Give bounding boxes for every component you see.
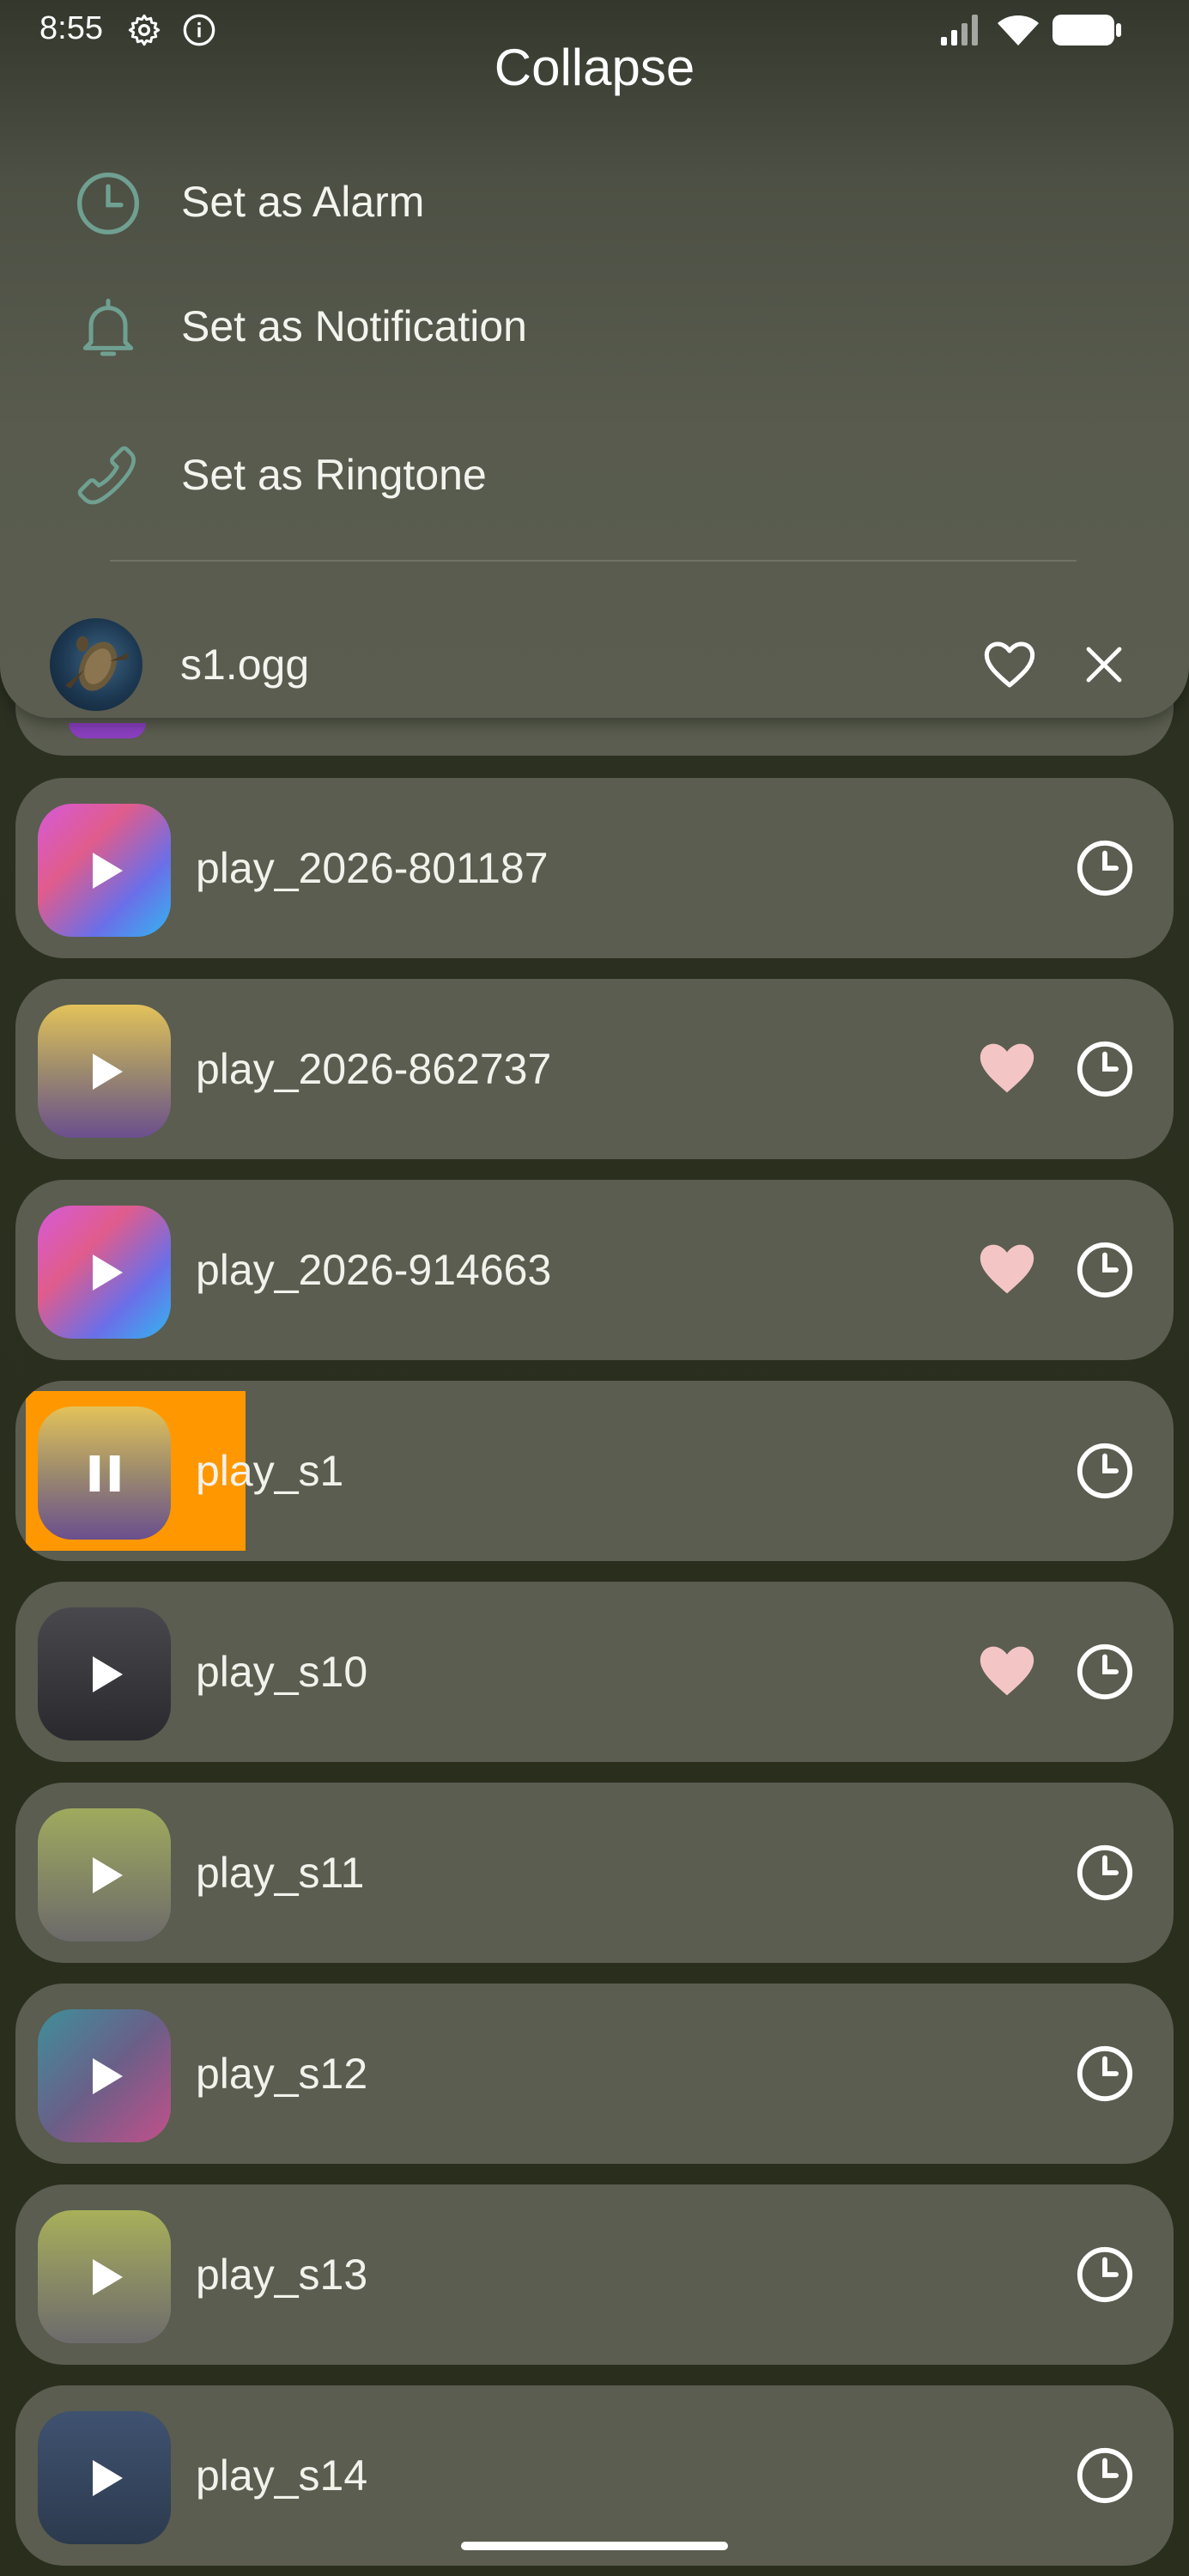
track-row[interactable]: play_2026-862737: [15, 979, 1174, 1159]
favorite-outline-heart-icon[interactable]: [982, 639, 1037, 690]
play-button[interactable]: [38, 2009, 171, 2142]
track-row[interactable]: play_2026-801187: [15, 778, 1174, 958]
track-row[interactable]: play_s1: [15, 1381, 1174, 1561]
set-alarm-clock-icon[interactable]: [1075, 1039, 1135, 1099]
turtle-artwork-image: [65, 636, 129, 691]
bell-icon: [82, 298, 134, 356]
track-row[interactable]: play_2026-914663: [15, 1180, 1174, 1360]
divider: [110, 560, 1077, 562]
play-icon: [92, 1254, 123, 1291]
close-icon[interactable]: [1083, 644, 1125, 685]
track-title: play_s11: [196, 1849, 365, 1897]
set-alarm-clock-icon[interactable]: [1075, 1240, 1135, 1300]
set-alarm-clock-icon[interactable]: [1075, 2445, 1135, 2506]
track-row[interactable]: play_s10: [15, 1582, 1174, 1762]
play-icon: [92, 2057, 123, 2094]
play-icon: [92, 852, 123, 889]
set-alarm-clock-icon[interactable]: [1075, 2044, 1135, 2104]
pause-icon: [89, 1455, 119, 1492]
menu-item-label: Set as Ringtone: [181, 451, 487, 499]
now-playing-sheet: 8:55 Collapse Set as Alarm Set as Notifi…: [0, 0, 1189, 718]
set-alarm-clock-icon[interactable]: [1075, 1642, 1135, 1702]
track-title: play_2026-801187: [196, 844, 549, 892]
play-icon: [92, 1856, 123, 1893]
play-button[interactable]: [38, 1005, 171, 1138]
track-title: play_s13: [196, 2251, 368, 2299]
track-title: play_s14: [196, 2451, 368, 2500]
home-indicator[interactable]: [461, 2542, 728, 2550]
collapse-button[interactable]: Collapse: [0, 38, 1189, 97]
menu-item-label: Set as Notification: [181, 302, 527, 350]
play-button[interactable]: [38, 2210, 171, 2343]
play-button[interactable]: [38, 1808, 171, 1941]
play-icon: [92, 1053, 123, 1090]
set-alarm-clock-icon[interactable]: [1075, 838, 1135, 898]
album-art-thumbnail: [50, 618, 143, 711]
clock-icon: [77, 173, 139, 234]
pause-button[interactable]: [38, 1406, 171, 1540]
set-as-ringtone-item[interactable]: Set as Ringtone: [74, 432, 761, 518]
set-as-alarm-item[interactable]: Set as Alarm: [74, 159, 761, 245]
phone-icon: [77, 446, 136, 505]
play-button[interactable]: [38, 1607, 171, 1741]
previous-track-thumbnail-edge: [69, 723, 146, 738]
track-row[interactable]: play_s14: [15, 2385, 1174, 2566]
set-alarm-clock-icon[interactable]: [1075, 2245, 1135, 2305]
track-title: play_s10: [196, 1648, 368, 1696]
play-button[interactable]: [38, 1206, 171, 1339]
favorite-heart-icon[interactable]: [978, 1643, 1036, 1698]
play-icon: [92, 2459, 123, 2496]
favorite-heart-icon[interactable]: [978, 1242, 1036, 1297]
track-title: play_s1: [196, 1447, 344, 1495]
set-alarm-clock-icon[interactable]: [1075, 1441, 1135, 1501]
menu-item-label: Set as Alarm: [181, 178, 425, 226]
play-button[interactable]: [38, 804, 171, 937]
play-icon: [92, 1656, 123, 1692]
set-alarm-clock-icon[interactable]: [1075, 1843, 1135, 1903]
track-title: play_2026-862737: [196, 1045, 552, 1093]
track-row[interactable]: play_s13: [15, 2184, 1174, 2365]
now-playing-file-name: s1.ogg: [180, 641, 310, 689]
track-row[interactable]: play_s11: [15, 1783, 1174, 1963]
favorite-heart-icon[interactable]: [978, 1041, 1036, 1096]
track-title: play_2026-914663: [196, 1246, 552, 1294]
set-as-notification-item[interactable]: Set as Notification: [74, 283, 761, 369]
play-button[interactable]: [38, 2411, 171, 2544]
track-row[interactable]: play_s12: [15, 1984, 1174, 2164]
play-icon: [92, 2258, 123, 2295]
track-title: play_s12: [196, 2050, 368, 2098]
